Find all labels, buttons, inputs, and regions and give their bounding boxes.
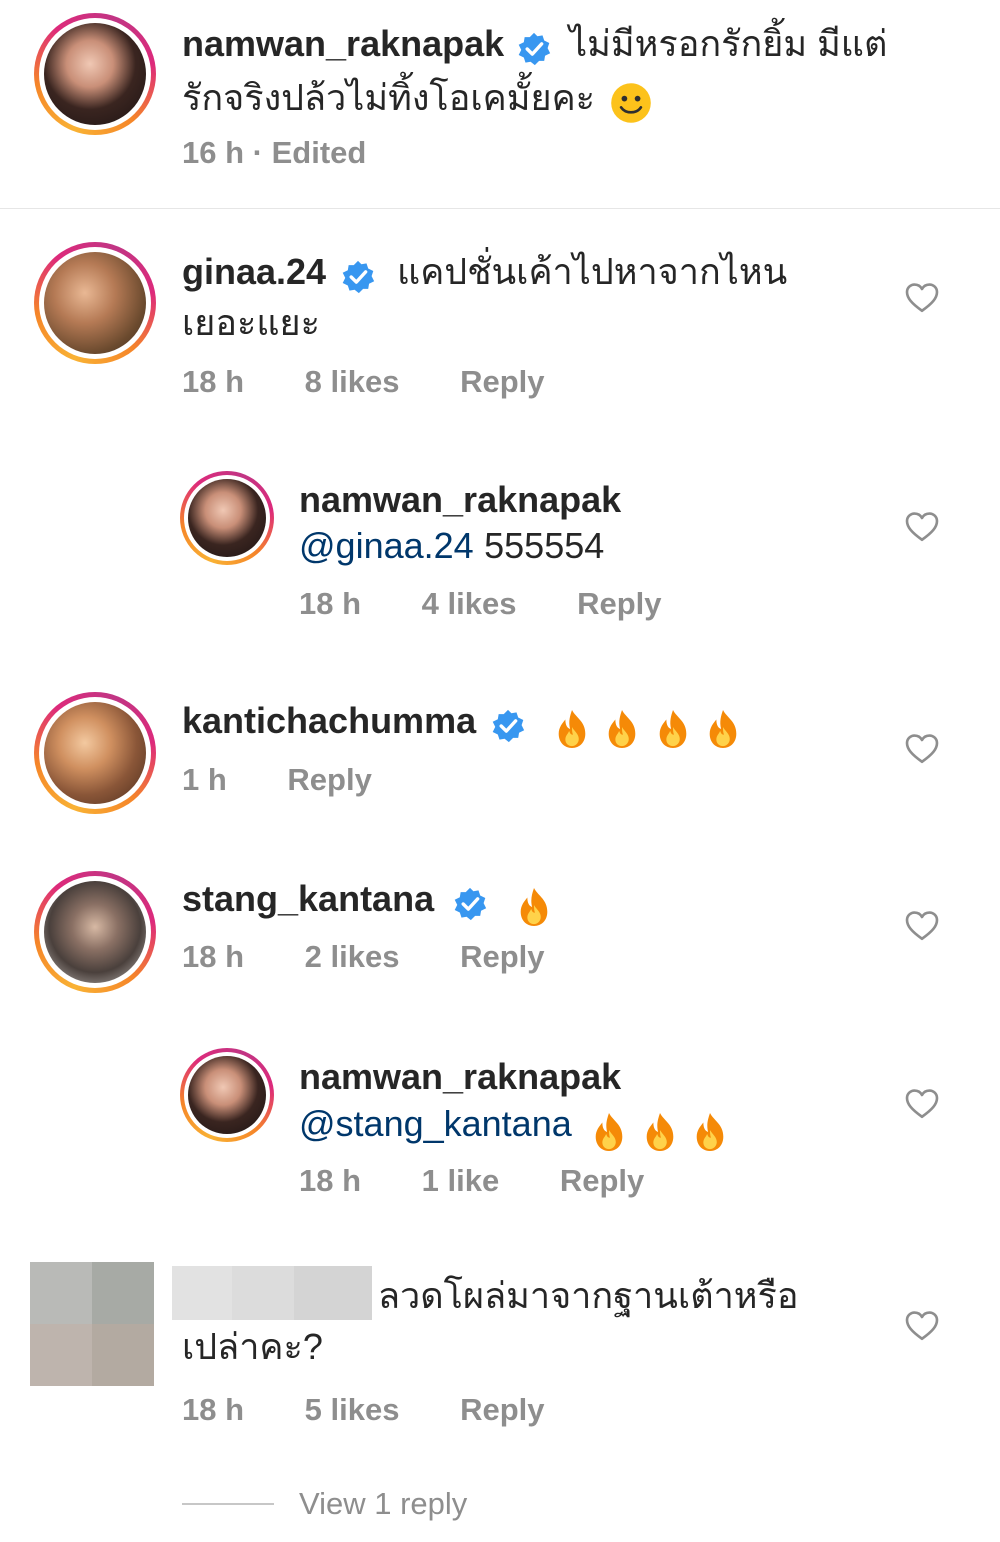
reply-body: namwan_raknapak @stang_kantana [299,1054,859,1148]
reply-username[interactable]: namwan_raknapak [299,479,621,520]
caption-meta: 16 h · Edited [182,135,366,171]
comment-likes[interactable]: 2 likes [305,939,400,974]
fire-emoji-icon [704,708,742,750]
verified-badge-icon [491,709,525,743]
fire-emoji-icon [654,708,692,750]
comment-body: ลวดโผล่มาจากฐานเต้าหรือ เปล่าคะ? [182,1271,862,1373]
reply-button[interactable]: Reply [460,364,544,399]
comment-time: 18 h [182,1392,245,1427]
fire-emoji-icon [553,708,591,750]
comment-username[interactable]: ginaa.24 [182,251,326,292]
avatar-photo [44,702,146,804]
comment-time: 18 h [182,939,245,974]
comment-likes[interactable]: 8 likes [305,364,400,399]
reply-time: 18 h [299,1163,362,1198]
view-replies-button[interactable]: View 1 reply [299,1486,467,1522]
reply-mention[interactable]: @stang_kantana [299,1103,572,1144]
fire-emoji-icon [603,708,641,750]
comment-text-line2: เปล่าคะ? [182,1326,323,1367]
comment-meta: 1 h Reply [182,762,372,798]
caption-username[interactable]: namwan_raknapak [182,23,504,64]
avatar-photo [188,479,266,557]
avatar-photo [44,23,146,125]
heart-outline-icon[interactable] [904,509,940,545]
caption-text-line1: ไม่มีหรอกรักยิ้ม มีแต่ [569,23,888,64]
reply-time: 18 h [299,586,362,621]
comment-body: kantichachumma [182,696,862,746]
blurred-avatar[interactable] [30,1262,154,1386]
comment-text-line2: เยอะแยะ [182,302,320,343]
heart-outline-icon[interactable] [904,280,940,316]
comment-body: stang_kantana [182,874,862,924]
reply-meta: 18 h 1 like Reply [299,1163,644,1199]
comment-meta: 18 h 2 likes Reply [182,939,545,975]
reply-button[interactable]: Reply [287,762,371,797]
verified-badge-icon [453,887,487,921]
comment-text-line1: แคปชั่นเค้าไปหาจากไหน [396,251,788,292]
avatar-photo [44,252,146,354]
smiling-face-emoji-icon [609,81,653,125]
verified-badge-icon [341,260,375,294]
fire-emoji-icon [515,886,553,928]
heart-outline-icon[interactable] [904,731,940,767]
reply-username[interactable]: namwan_raknapak [299,1056,621,1097]
comment-time: 1 h [182,762,227,797]
view-replies-line [182,1503,274,1505]
reply-button[interactable]: Reply [577,586,661,621]
reply-button[interactable]: Reply [560,1163,644,1198]
reply-button[interactable]: Reply [460,939,544,974]
comment-body: ginaa.24 แคปชั่นเค้าไปหาจากไหน เยอะแยะ [182,247,862,349]
caption-divider [0,208,1000,209]
heart-outline-icon[interactable] [904,1308,940,1344]
reply-mention[interactable]: @ginaa.24 [299,525,474,566]
comment-meta: 18 h 5 likes Reply [182,1392,545,1428]
caption-edited[interactable]: · Edited [253,135,367,170]
caption-text-line2: รักจริงปล้วไม่ทิ้งโอเคมั้ยคะ [182,77,595,118]
verified-badge-icon [517,32,551,66]
heart-outline-icon[interactable] [904,1086,940,1122]
heart-outline-icon[interactable] [904,908,940,944]
reply-button[interactable]: Reply [460,1392,544,1427]
comment-username[interactable]: stang_kantana [182,878,434,919]
fire-emoji-icon [590,1111,628,1153]
comment-text-line1: ลวดโผล่มาจากฐานเต้าหรือ [378,1275,799,1316]
comment-username[interactable]: kantichachumma [182,700,476,741]
caption-time: 16 h [182,135,245,170]
avatar-photo [44,881,146,983]
reply-likes[interactable]: 1 like [422,1163,500,1198]
avatar-photo [188,1056,266,1134]
fire-emoji-icon [641,1111,679,1153]
reply-body: namwan_raknapak @ginaa.24 555554 [299,477,859,569]
reply-likes[interactable]: 4 likes [422,586,517,621]
comment-likes[interactable]: 5 likes [305,1392,400,1427]
comment-time: 18 h [182,364,245,399]
reply-text: 555554 [484,525,605,566]
fire-emoji-icon [691,1111,729,1153]
caption-body: namwan_raknapak ไม่มีหรอกรักยิ้ม มีแต่ ร… [182,20,962,124]
reply-meta: 18 h 4 likes Reply [299,586,662,622]
comment-meta: 18 h 8 likes Reply [182,364,545,400]
